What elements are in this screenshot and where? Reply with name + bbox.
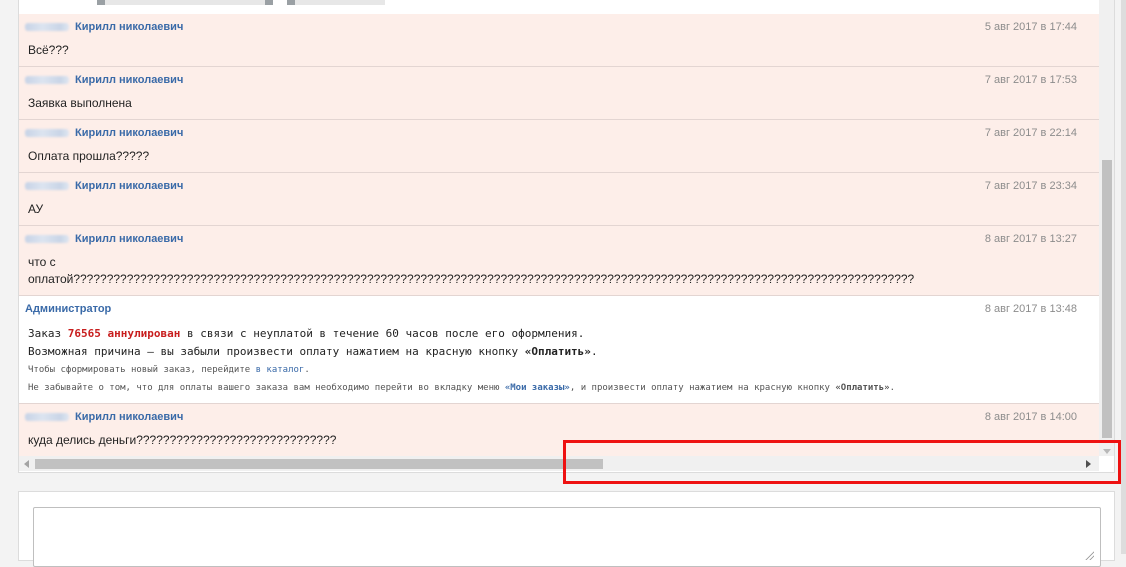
blurred-username: [25, 23, 69, 32]
text: .: [590, 345, 598, 358]
text: .: [304, 365, 310, 375]
message-date: 7 авг 2017 в 17:53: [984, 74, 1077, 86]
message-text: АУ: [28, 202, 44, 216]
page-right-edge: [1121, 0, 1126, 554]
message-text-line: оплатой?????????????????????????????????…: [28, 272, 915, 286]
attachments-strip: [19, 0, 1099, 15]
vertical-scrollbar[interactable]: [1099, 0, 1114, 456]
chat-message: Кирилл николаевич 7 авг 2017 в 23:34 АУ: [19, 173, 1099, 226]
horizontal-scrollbar-thumb[interactable]: [35, 459, 603, 469]
text: Не забывайте о том, что для оплаты вашег…: [28, 383, 505, 393]
message-date: 7 авг 2017 в 23:34: [984, 180, 1077, 192]
text: Возможная причина — вы забыли произвести…: [28, 345, 525, 358]
message-text: Заявка выполнена: [28, 96, 132, 110]
blurred-username: [25, 76, 69, 85]
text: Заказ: [28, 327, 68, 340]
blurred-username: [25, 235, 69, 244]
highlight-box: [563, 440, 1121, 484]
message-author[interactable]: Кирилл николаевич: [75, 411, 183, 423]
blurred-username: [25, 129, 69, 138]
pay-button-mention: «Оплатить»: [835, 383, 890, 393]
message-date: 8 авг 2017 в 13:27: [984, 233, 1077, 245]
attachment-thumbnail[interactable]: [287, 0, 385, 5]
admin-line-2: Возможная причина — вы забыли произвести…: [28, 343, 1099, 361]
admin-line-3: Чтобы сформировать новый заказ, перейдит…: [28, 361, 1099, 379]
attachment-thumbnail[interactable]: [97, 0, 273, 5]
message-date: 8 авг 2017 в 14:00: [984, 411, 1077, 423]
message-date: 8 авг 2017 в 13:48: [984, 303, 1077, 315]
message-date: 5 авг 2017 в 17:44: [984, 21, 1077, 33]
order-number: 76565: [67, 327, 101, 340]
message-author[interactable]: Кирилл николаевич: [75, 21, 183, 33]
text: Чтобы сформировать новый заказ, перейдит…: [28, 365, 256, 375]
my-orders-link[interactable]: «Мои заказы»: [505, 383, 570, 393]
order-status: аннулирован: [107, 327, 181, 340]
vertical-scrollbar-thumb[interactable]: [1102, 160, 1112, 438]
chat-message: Кирилл николаевич 7 авг 2017 в 22:14 Опл…: [19, 120, 1099, 173]
message-author-admin[interactable]: Администратор: [25, 303, 111, 315]
catalog-link[interactable]: в каталог: [256, 365, 305, 375]
text: , и произвести оплату нажатием на красну…: [569, 383, 836, 393]
admin-message: Администратор 8 авг 2017 в 13:48 Заказ 7…: [19, 296, 1099, 404]
scroll-left-arrow-icon[interactable]: [24, 460, 29, 468]
chat-message: Кирилл николаевич 5 авг 2017 в 17:44 Всё…: [19, 14, 1099, 67]
reply-panel: [18, 491, 1115, 567]
blurred-username: [25, 182, 69, 191]
admin-line-1: Заказ 76565 аннулирован в связи с неупла…: [28, 325, 1099, 343]
reply-textarea[interactable]: [33, 507, 1101, 567]
message-text: Всё???: [28, 43, 69, 57]
message-date: 7 авг 2017 в 22:14: [984, 127, 1077, 139]
pay-button-mention: «Оплатить»: [524, 345, 591, 358]
chat-message: Кирилл николаевич 7 авг 2017 в 17:53 Зая…: [19, 67, 1099, 120]
admin-message-body: Заказ 76565 аннулирован в связи с неупла…: [25, 325, 1099, 397]
chat-panel: Кирилл николаевич 5 авг 2017 в 17:44 Всё…: [18, 0, 1115, 473]
admin-line-4: Не забывайте о том, что для оплаты вашег…: [28, 379, 1099, 397]
chat-message: Кирилл николаевич 8 авг 2017 в 13:27 что…: [19, 226, 1099, 296]
text: .: [889, 383, 895, 393]
message-author[interactable]: Кирилл николаевич: [75, 74, 183, 86]
message-text: Оплата прошла?????: [28, 149, 150, 163]
message-author[interactable]: Кирилл николаевич: [75, 180, 183, 192]
text: в связи с неуплатой в течение 60 часов п…: [180, 327, 585, 340]
message-text: что с оплатой???????????????????????????…: [25, 254, 1099, 288]
messages-list[interactable]: Кирилл николаевич 5 авг 2017 в 17:44 Всё…: [19, 0, 1099, 456]
message-author[interactable]: Кирилл николаевич: [75, 233, 183, 245]
message-text-line: что с: [28, 255, 56, 269]
blurred-username: [25, 413, 69, 422]
message-author[interactable]: Кирилл николаевич: [75, 127, 183, 139]
resize-grip-icon[interactable]: [1084, 550, 1094, 560]
